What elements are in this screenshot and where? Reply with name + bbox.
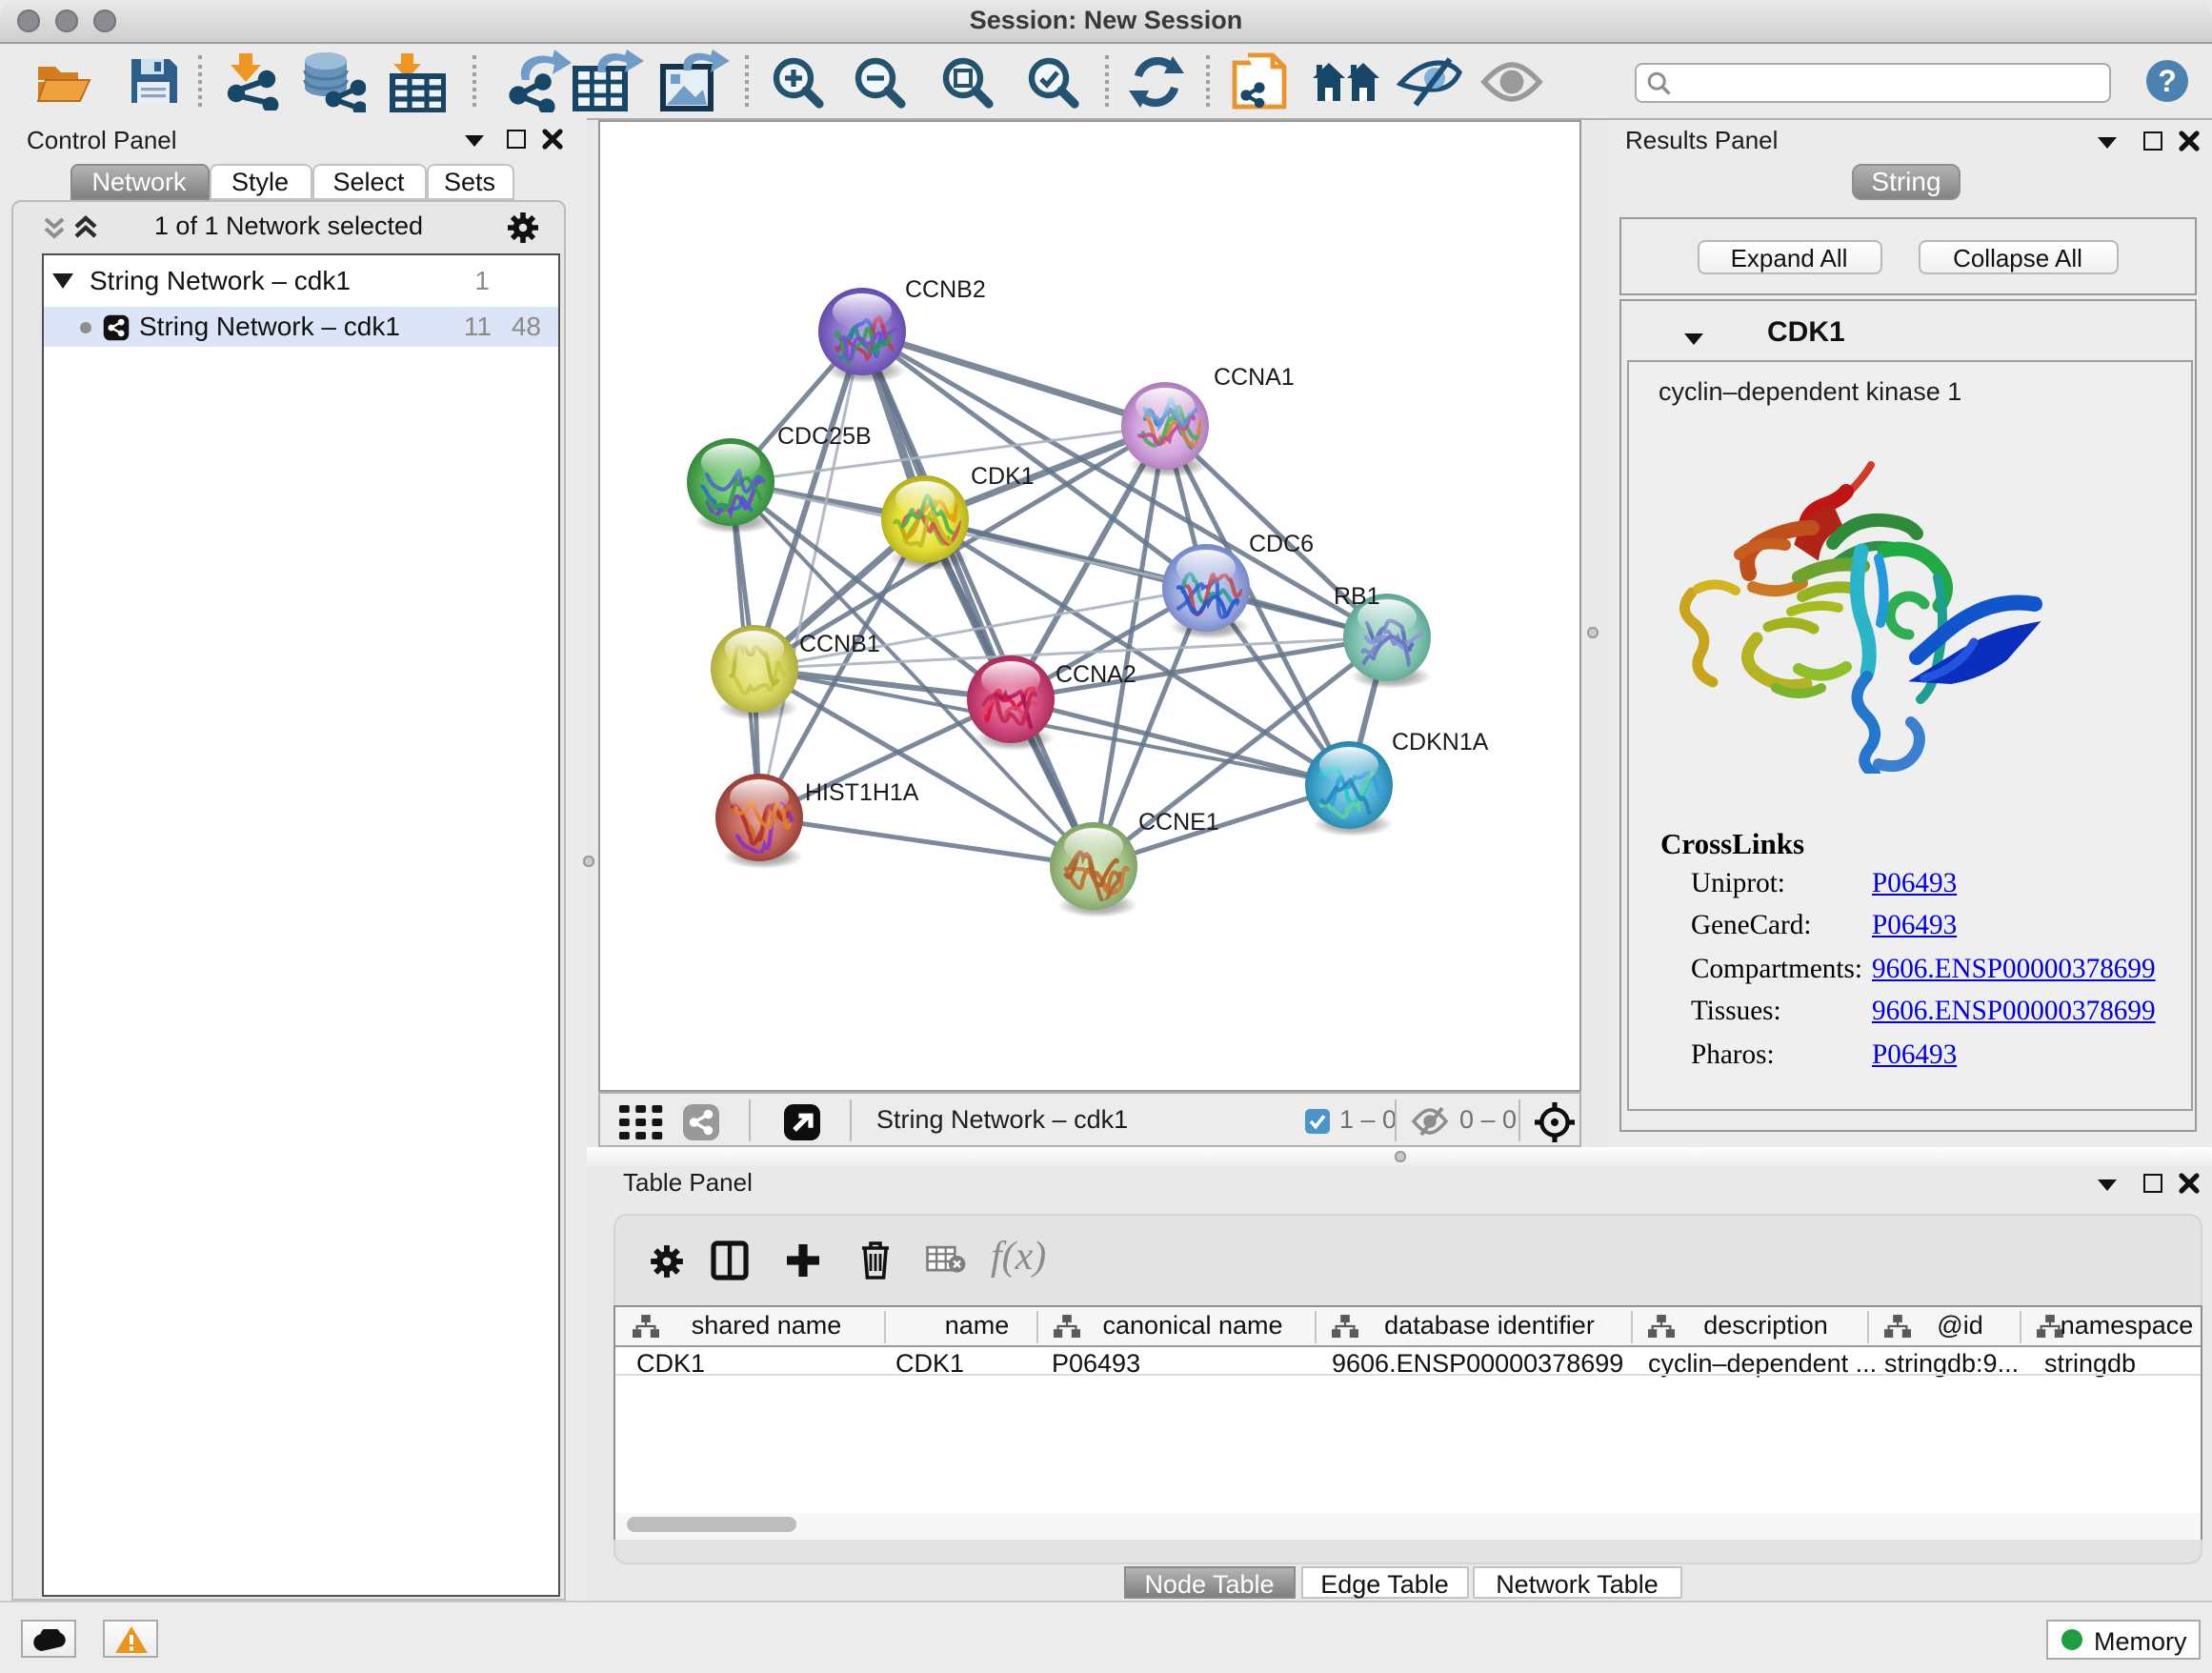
svg-text:CCNA2: CCNA2 bbox=[1056, 661, 1136, 688]
svg-text:CCNE1: CCNE1 bbox=[1138, 809, 1219, 836]
svg-text:?: ? bbox=[2158, 64, 2177, 98]
svg-text:HIST1H1A: HIST1H1A bbox=[805, 779, 919, 806]
svg-text:CDK1: CDK1 bbox=[971, 463, 1035, 490]
svg-text:CDKN1A: CDKN1A bbox=[1392, 729, 1489, 756]
svg-text:CCNB2: CCNB2 bbox=[905, 276, 986, 303]
svg-text:CDC6: CDC6 bbox=[1249, 531, 1314, 557]
svg-text:CDC25B: CDC25B bbox=[777, 423, 872, 450]
svg-text:CCNA1: CCNA1 bbox=[1214, 364, 1295, 391]
svg-text:RB1: RB1 bbox=[1334, 583, 1380, 610]
svg-text:CCNB1: CCNB1 bbox=[799, 631, 880, 657]
